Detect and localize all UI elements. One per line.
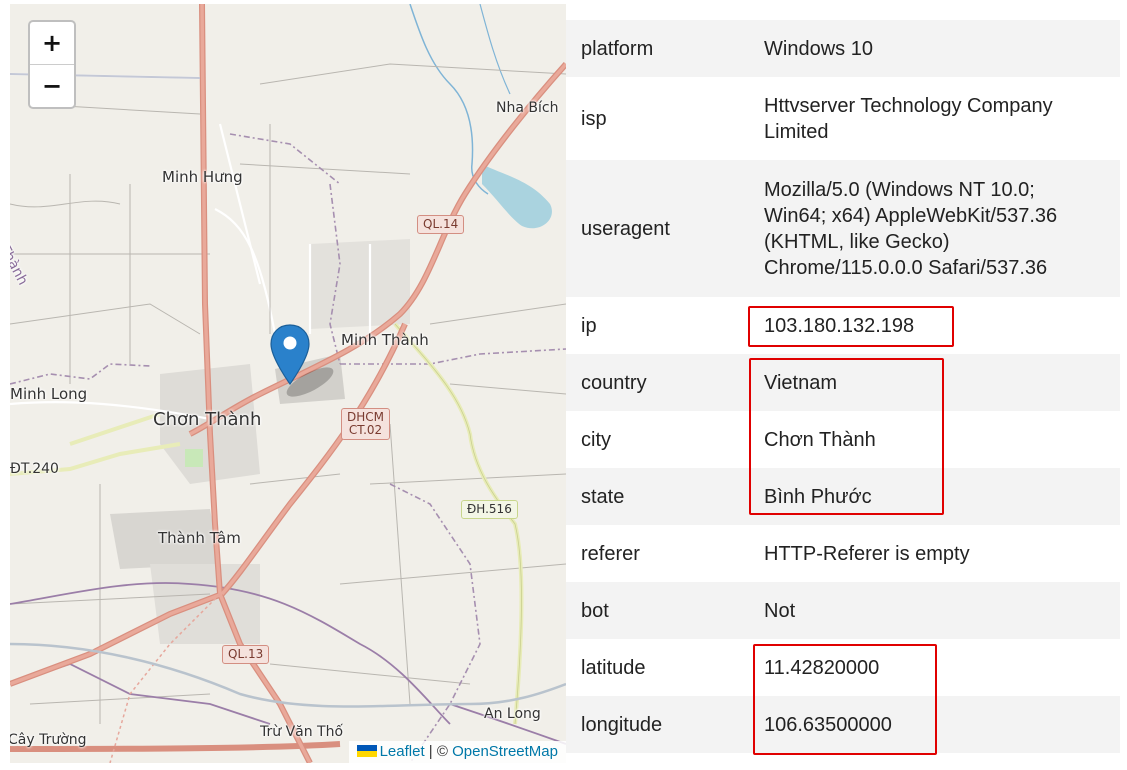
row-value: Chơn Thành [754,411,1120,468]
map-marker-icon[interactable] [270,324,310,386]
map-attribution: Leaflet | © OpenStreetMap [348,741,566,763]
row-value: Mozilla/5.0 (Windows NT 10.0; Win64; x64… [754,160,1120,297]
table-row-isp: isp Httvserver Technology Company Limite… [566,77,1120,160]
attribution-separator: | © [424,743,453,760]
row-value: Windows 10 [754,20,1120,77]
row-key: state [566,468,754,525]
row-value: Bình Phước [754,468,1120,525]
map-view[interactable]: Minh Hưng Nha Bích Minh Thành Minh Long … [10,4,566,763]
visitor-info-table: platform Windows 10 isp Httvserver Techn… [566,20,1120,753]
row-key: bot [566,582,754,639]
place-label-minh-long: Minh Long [10,385,88,403]
road-shield-dhcm: DHCM CT.02 [341,408,390,440]
zoom-control: + − [28,20,76,109]
row-key: useragent [566,160,754,297]
place-label-tru-van-tho: Trừ Văn Thố [260,724,344,740]
zoom-out-button[interactable]: − [30,64,74,107]
place-label-nha-bich: Nha Bích [496,100,559,116]
row-value: Not [754,582,1120,639]
table-row-country: country Vietnam [566,354,1120,411]
row-key: country [566,354,754,411]
place-label-thanh-tam: Thành Tâm [158,529,241,547]
table-row-ip: ip 103.180.132.198 [566,297,1120,354]
row-key: isp [566,77,754,160]
row-value: HTTP-Referer is empty [754,525,1120,582]
row-value: 106.63500000 [754,696,1120,753]
table-row-city: city Chơn Thành [566,411,1120,468]
ukraine-flag-icon [356,745,377,757]
table-row-referer: referer HTTP-Referer is empty [566,525,1120,582]
table-row-longitude: longitude 106.63500000 [566,696,1120,753]
row-value: Httvserver Technology Company Limited [754,77,1120,160]
road-label-dt240: ĐT.240 [10,461,59,477]
row-key: longitude [566,696,754,753]
row-key: platform [566,20,754,77]
table-row-bot: bot Not [566,582,1120,639]
place-label-chon-thanh: Chơn Thành [153,409,262,430]
table-row-platform: platform Windows 10 [566,20,1120,77]
row-value: Vietnam [754,354,1120,411]
place-label-minh-thanh: Minh Thành [341,331,429,349]
place-label-an-long: An Long [484,706,541,722]
row-key: ip [566,297,754,354]
road-shield-ql13: QL.13 [222,645,270,664]
table-row-latitude: latitude 11.42820000 [566,639,1120,696]
openstreetmap-link[interactable]: OpenStreetMap [452,743,558,760]
place-label-minh-hung: Minh Hưng [162,168,243,186]
road-shield-ql14: QL.14 [417,215,465,234]
leaflet-link[interactable]: Leaflet [380,743,425,760]
road-shield-dh516: ĐH.516 [461,500,518,519]
table-row-useragent: useragent Mozilla/5.0 (Windows NT 10.0; … [566,160,1120,297]
road-shield-dhcm-line2: CT.02 [348,423,383,437]
row-key: referer [566,525,754,582]
table-row-state: state Bình Phước [566,468,1120,525]
row-value: 11.42820000 [754,639,1120,696]
row-key: latitude [566,639,754,696]
zoom-in-button[interactable]: + [30,22,74,64]
row-value: 103.180.132.198 [754,297,1120,354]
row-key: city [566,411,754,468]
place-label-cay-truong: Cây Trường [10,732,87,748]
